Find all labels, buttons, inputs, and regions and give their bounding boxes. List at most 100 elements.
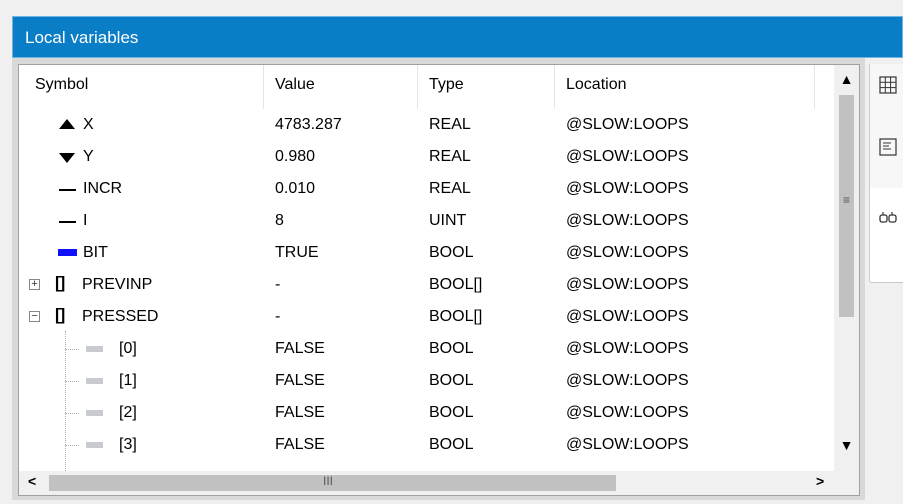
table-row[interactable]: INCR 0.010 REAL @SLOW:LOOPS (19, 173, 834, 205)
increasing-arrow-icon (59, 119, 75, 129)
tree-branch (65, 445, 79, 446)
type-cell: BOOL[] (429, 276, 483, 293)
location-cell: @SLOW:LOOPS (566, 276, 689, 293)
value-cell: 4783.287 (275, 116, 342, 133)
side-toolbar (869, 64, 903, 283)
value-cell: 0.010 (275, 180, 316, 197)
table-row[interactable]: I 8 UINT @SLOW:LOOPS (19, 205, 834, 237)
symbol-cell: INCR (83, 180, 123, 197)
type-cell: UINT (429, 212, 467, 229)
array-icon: [] (55, 305, 65, 324)
tree-branch (65, 349, 79, 350)
location-cell: @SLOW:LOOPS (566, 404, 689, 421)
grid-icon (879, 76, 897, 94)
location-cell: @SLOW:LOOPS (566, 116, 689, 133)
bool-true-icon (58, 249, 77, 256)
table-row[interactable]: BIT TRUE BOOL @SLOW:LOOPS (19, 237, 834, 269)
symbol-cell: Y (83, 148, 94, 165)
value-cell: FALSE (275, 340, 325, 357)
table-row[interactable]: X 4783.287 REAL @SLOW:LOOPS (19, 109, 834, 141)
value-cell: FALSE (275, 404, 325, 421)
location-cell: @SLOW:LOOPS (566, 372, 689, 389)
link-icon (879, 212, 897, 223)
link-button[interactable] (870, 188, 903, 283)
array-icon: [] (55, 273, 65, 292)
list-icon (879, 138, 897, 156)
scroll-left-button[interactable]: < (28, 473, 36, 489)
horizontal-scrollbar[interactable]: < III > (19, 471, 859, 495)
location-cell: @SLOW:LOOPS (566, 148, 689, 165)
table-row[interactable]: [3] FALSE BOOL @SLOW:LOOPS (19, 429, 834, 461)
table-row[interactable]: − [] PRESSED - BOOL[] @SLOW:LOOPS (19, 301, 834, 333)
value-cell: TRUE (275, 244, 319, 261)
table-row[interactable]: [1] FALSE BOOL @SLOW:LOOPS (19, 365, 834, 397)
bool-false-icon (86, 346, 103, 352)
scroll-right-button[interactable]: > (816, 473, 824, 489)
symbol-cell: PREVINP (82, 276, 153, 293)
decreasing-arrow-icon (59, 153, 75, 163)
type-cell: BOOL (429, 436, 474, 453)
type-cell: REAL (429, 116, 471, 133)
details-view-button[interactable] (870, 126, 903, 189)
type-cell: BOOL (429, 404, 474, 421)
column-header-symbol[interactable]: Symbol (35, 76, 88, 94)
grid-view-button[interactable] (870, 64, 903, 127)
expand-toggle[interactable]: + (29, 279, 40, 290)
grip-icon: III (323, 474, 334, 488)
type-cell: REAL (429, 148, 471, 165)
symbol-cell: [2] (119, 404, 137, 421)
type-cell: BOOL (429, 372, 474, 389)
panel-title: Local variables (25, 28, 139, 47)
column-header-location[interactable]: Location (566, 76, 627, 94)
bool-false-icon (86, 442, 103, 448)
column-divider[interactable] (814, 65, 815, 109)
column-divider[interactable] (263, 65, 264, 109)
table-row[interactable]: + [] PREVINP - BOOL[] @SLOW:LOOPS (19, 269, 834, 301)
location-cell: @SLOW:LOOPS (566, 244, 689, 261)
type-cell: BOOL (429, 340, 474, 357)
chevron-down-icon: ▼ (839, 437, 854, 453)
location-cell: @SLOW:LOOPS (566, 308, 689, 325)
symbol-cell: [3] (119, 436, 137, 453)
variables-table: Symbol Value Type Location X 4783.287 RE… (18, 64, 860, 496)
location-cell: @SLOW:LOOPS (566, 436, 689, 453)
column-header-type[interactable]: Type (429, 76, 464, 94)
chevron-up-icon: ▲ (839, 71, 854, 87)
location-cell: @SLOW:LOOPS (566, 180, 689, 197)
symbol-cell: [0] (119, 340, 137, 357)
tree-branch (65, 413, 79, 414)
scroll-down-button[interactable]: ▼ (834, 437, 859, 467)
symbol-cell: BIT (83, 244, 108, 261)
vertical-scrollbar[interactable]: ▲ ≡ ▼ (834, 65, 859, 471)
type-cell: BOOL (429, 244, 474, 261)
symbol-cell: PRESSED (82, 308, 159, 325)
value-cell: - (275, 276, 281, 293)
bool-false-icon (86, 410, 103, 416)
type-cell: BOOL[] (429, 308, 483, 325)
location-cell: @SLOW:LOOPS (566, 212, 689, 229)
panel-title-bar: Local variables (12, 16, 903, 58)
grip-icon: ≡ (842, 193, 850, 207)
collapse-toggle[interactable]: − (29, 311, 40, 322)
unchanged-dash-icon (59, 189, 76, 191)
column-divider[interactable] (417, 65, 418, 109)
value-cell: FALSE (275, 372, 325, 389)
table-row[interactable]: [0] FALSE BOOL @SLOW:LOOPS (19, 333, 834, 365)
unchanged-dash-icon (59, 221, 76, 223)
value-cell: FALSE (275, 436, 325, 453)
column-header-value[interactable]: Value (275, 76, 315, 94)
symbol-cell: X (83, 116, 94, 133)
symbol-cell: I (83, 212, 88, 229)
type-cell: REAL (429, 180, 471, 197)
column-divider[interactable] (554, 65, 555, 109)
table-row[interactable]: Y 0.980 REAL @SLOW:LOOPS (19, 141, 834, 173)
bool-false-icon (86, 378, 103, 384)
value-cell: - (275, 308, 281, 325)
value-cell: 0.980 (275, 148, 316, 165)
table-row[interactable]: [2] FALSE BOOL @SLOW:LOOPS (19, 397, 834, 429)
table-header: Symbol Value Type Location (19, 65, 834, 109)
location-cell: @SLOW:LOOPS (566, 340, 689, 357)
tree-branch (65, 381, 79, 382)
value-cell: 8 (275, 212, 284, 229)
symbol-cell: [1] (119, 372, 137, 389)
